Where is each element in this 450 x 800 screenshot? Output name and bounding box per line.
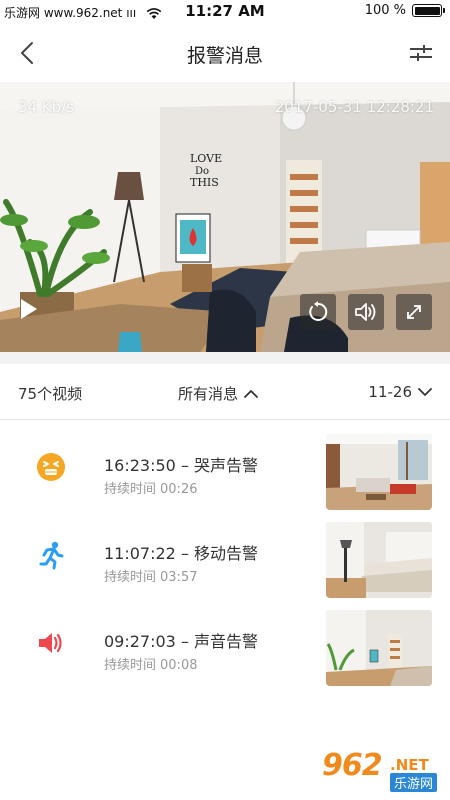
fullscreen-button[interactable] bbox=[396, 294, 432, 330]
alarm-duration: 持续时间 00:26 bbox=[104, 478, 197, 497]
duration-value: 00:08 bbox=[160, 658, 198, 673]
watermark-number: 962 bbox=[322, 748, 383, 783]
alarm-list-item[interactable]: 11:07:22 – 移动告警 持续时间 03:57 bbox=[0, 510, 450, 598]
filter-settings-button[interactable] bbox=[404, 36, 438, 70]
duration-label: 持续时间 bbox=[104, 570, 157, 585]
svg-text:THIS: THIS bbox=[190, 176, 219, 189]
bedroom-thumbnail bbox=[326, 522, 432, 598]
alarm-thumbnail[interactable] bbox=[326, 610, 432, 686]
navigation-bar: 报警消息 bbox=[0, 24, 450, 82]
filter-bar: 75个视频 所有消息 11-26 bbox=[0, 364, 450, 420]
alarm-duration: 持续时间 03:57 bbox=[104, 566, 197, 585]
speaker-icon bbox=[36, 628, 66, 658]
section-divider bbox=[0, 352, 450, 364]
duration-label: 持续时间 bbox=[104, 658, 157, 673]
page-title: 报警消息 bbox=[186, 45, 263, 67]
video-count: 75个视频 bbox=[18, 385, 83, 403]
duration-value: 00:26 bbox=[160, 482, 198, 497]
replay-button[interactable] bbox=[300, 294, 336, 330]
category-filter-dropdown[interactable]: 所有消息 bbox=[178, 383, 258, 404]
fullscreen-icon bbox=[407, 305, 421, 319]
crying-face-icon bbox=[36, 452, 66, 482]
date-filter-dropdown[interactable]: 11-26 bbox=[368, 383, 432, 401]
video-player[interactable]: LOVE Do THIS 34 Kb/s 2017-05-31 12:28:21 bbox=[0, 82, 450, 352]
alarm-list-item[interactable]: 16:23:50 – 哭声告警 持续时间 00:26 bbox=[0, 422, 450, 510]
battery-icon bbox=[412, 4, 445, 17]
duration-value: 03:57 bbox=[160, 570, 198, 585]
sound-button[interactable] bbox=[348, 294, 384, 330]
battery-percent: 100 % bbox=[364, 3, 406, 18]
site-watermark: 962 .NET 乐游网 bbox=[314, 748, 444, 794]
alarm-duration: 持续时间 00:08 bbox=[104, 654, 197, 673]
living-room-thumbnail bbox=[326, 434, 432, 510]
bitrate-label: 34 Kb/s bbox=[18, 98, 75, 116]
alarm-list-item[interactable]: 09:27:03 – 声音告警 持续时间 00:08 bbox=[0, 598, 450, 686]
watermark-net: .NET bbox=[390, 756, 429, 774]
status-bar: 乐游网 www.962.net ııı 11:27 AM 100 % bbox=[0, 0, 450, 24]
play-button[interactable] bbox=[14, 294, 44, 324]
alarm-title: 09:27:03 – 声音告警 bbox=[104, 632, 259, 651]
running-person-icon bbox=[36, 540, 66, 570]
play-icon bbox=[21, 299, 37, 319]
watermark-cn: 乐游网 bbox=[390, 773, 438, 792]
alarm-title: 11:07:22 – 移动告警 bbox=[104, 544, 259, 563]
alarm-thumbnail[interactable] bbox=[326, 434, 432, 510]
alarm-title: 16:23:50 – 哭声告警 bbox=[104, 456, 259, 475]
room-thumbnail bbox=[326, 610, 432, 686]
battery-status: 100 % bbox=[364, 3, 445, 18]
video-timestamp: 2017-05-31 12:28:21 bbox=[274, 98, 434, 116]
category-filter-label: 所有消息 bbox=[178, 385, 239, 403]
speaker-icon bbox=[355, 303, 376, 321]
replay-icon bbox=[309, 301, 328, 321]
date-filter-label: 11-26 bbox=[368, 383, 412, 401]
chevron-up-icon bbox=[244, 390, 258, 398]
alarm-thumbnail[interactable] bbox=[326, 522, 432, 598]
chevron-down-icon bbox=[418, 387, 432, 396]
svg-text:LOVE: LOVE bbox=[190, 152, 222, 165]
sliders-icon bbox=[410, 45, 432, 61]
duration-label: 持续时间 bbox=[104, 482, 157, 497]
